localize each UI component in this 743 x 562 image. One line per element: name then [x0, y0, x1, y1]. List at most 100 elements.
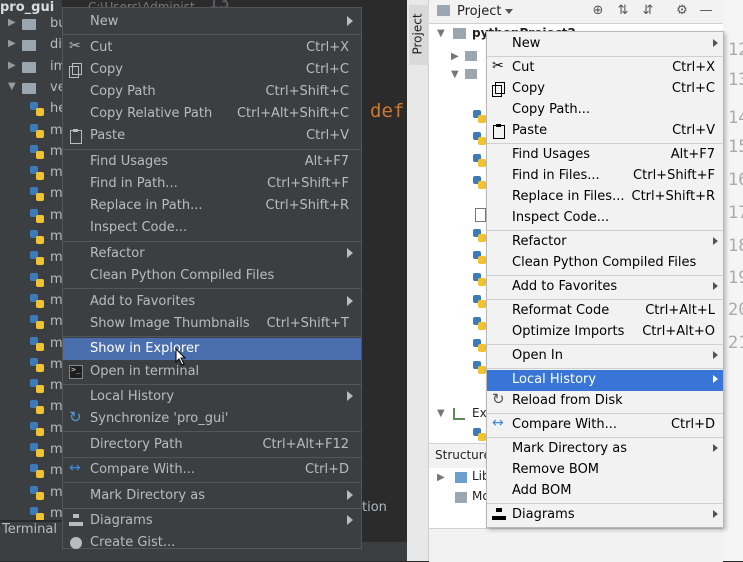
tree-item[interactable]: m	[0, 142, 62, 164]
menu-item-clean-python-compiled-files[interactable]: Clean Python Compiled Files	[487, 253, 723, 274]
menu-item-diagrams[interactable]: Diagrams	[63, 510, 361, 532]
chevron-right-icon[interactable]: ▶	[451, 51, 459, 62]
chevron-right-icon[interactable]: ▶	[437, 472, 445, 483]
menu-item-label: Refactor	[512, 233, 567, 249]
structure-tab[interactable]: Structure	[435, 448, 491, 462]
menu-item-find-in-files[interactable]: Find in Files... Ctrl+Shift+F	[487, 166, 723, 187]
project-tree[interactable]: pro_gui ▶bu▶di▶im▼vehemmmmmmmmmmmmmmmmmm…	[0, 0, 62, 520]
menu-item-open-in-terminal[interactable]: Open in terminal	[63, 361, 361, 383]
tree-item[interactable]: m	[0, 419, 62, 441]
tree-item[interactable]: ▶ di	[0, 35, 62, 57]
menu-item-create-gist[interactable]: Create Gist...	[63, 532, 361, 554]
menu-item-clean-python-compiled-files[interactable]: Clean Python Compiled Files	[63, 265, 361, 287]
menu-item-find-usages[interactable]: Find Usages Alt+F7	[487, 145, 723, 166]
menu-item-reformat-code[interactable]: Reformat Code Ctrl+Alt+L	[487, 301, 723, 322]
menu-item-mark-directory-as[interactable]: Mark Directory as	[63, 485, 361, 507]
tree-item[interactable]: ▶ im	[0, 57, 62, 79]
menu-item-compare-with[interactable]: Compare With... Ctrl+D	[487, 415, 723, 436]
menu-item-add-bom[interactable]: Add BOM	[487, 481, 723, 502]
tree-item[interactable]: m	[0, 504, 62, 520]
tree-item[interactable]: m	[0, 376, 62, 398]
menu-item-open-in[interactable]: Open In	[487, 346, 723, 367]
project-root-label[interactable]: pro_gui	[0, 0, 62, 15]
menu-item-paste[interactable]: Paste Ctrl+V	[63, 125, 361, 147]
tree-item[interactable]: m	[0, 334, 62, 356]
menu-item-inspect-code[interactable]: Inspect Code...	[487, 208, 723, 229]
menu-item-label: Find Usages	[90, 153, 169, 169]
hide-icon[interactable]: —	[699, 3, 713, 19]
menu-item-directory-path[interactable]: Directory Path Ctrl+Alt+F12	[63, 434, 361, 456]
chevron-down-icon[interactable]: ▼	[437, 28, 445, 39]
tree-item[interactable]: m	[0, 270, 62, 292]
menu-item-add-to-favorites[interactable]: Add to Favorites	[63, 291, 361, 313]
chevron-down-icon[interactable]: ▼	[8, 81, 16, 92]
tree-item[interactable]: ▶ bu	[0, 14, 62, 36]
menu-item-find-usages[interactable]: Find Usages Alt+F7	[63, 151, 361, 173]
menu-item-replace-in-files[interactable]: Replace in Files... Ctrl+Shift+R	[487, 187, 723, 208]
chevron-down-icon[interactable]: ▼	[437, 408, 445, 419]
menu-item-cut[interactable]: Cut Ctrl+X	[487, 58, 723, 79]
menu-item-copy-relative-path[interactable]: Copy Relative Path Ctrl+Alt+Shift+C	[63, 103, 361, 125]
menu-item-compare-with[interactable]: Compare With... Ctrl+D	[63, 459, 361, 481]
tree-item[interactable]: he	[0, 99, 62, 121]
menu-item-remove-bom[interactable]: Remove BOM	[487, 460, 723, 481]
tree-item[interactable]: m	[0, 312, 62, 334]
menu-item-cut[interactable]: Cut Ctrl+X	[63, 37, 361, 59]
menu-item-find-in-path[interactable]: Find in Path... Ctrl+Shift+F	[63, 173, 361, 195]
tree-item[interactable]: m	[0, 121, 62, 143]
menu-item-show-image-thumbnails[interactable]: Show Image Thumbnails Ctrl+Shift+T	[63, 313, 361, 335]
tree-item[interactable]: m	[0, 248, 62, 270]
tree-item[interactable]: m	[0, 206, 62, 228]
tree-item[interactable]: m	[0, 227, 62, 249]
menu-item-replace-in-path[interactable]: Replace in Path... Ctrl+Shift+R	[63, 195, 361, 217]
reload-icon	[492, 390, 506, 408]
menu-item-label: Synchronize 'pro_gui'	[90, 411, 229, 427]
light-project-tree[interactable]: ▼ ▶ ▼ ▼	[429, 24, 489, 464]
menu-item-new[interactable]: New	[487, 34, 723, 55]
menu-item-synchronize-pro-gui[interactable]: Synchronize 'pro_gui'	[63, 408, 361, 430]
tree-item[interactable]: ▼ ve	[0, 78, 62, 100]
menu-item-refactor[interactable]: Refactor	[63, 243, 361, 265]
menu-item-show-in-explorer[interactable]: Show in Explorer	[63, 338, 361, 361]
locate-icon[interactable]: ⊕	[591, 3, 605, 19]
tree-item[interactable]: m	[0, 163, 62, 185]
menu-item-reload-from-disk[interactable]: Reload from Disk	[487, 390, 723, 412]
project-panel-title[interactable]: Project	[457, 4, 501, 19]
gear-icon[interactable]: ⚙	[675, 3, 689, 19]
collapse-all-icon[interactable]: ⇵	[641, 3, 655, 19]
menu-item-new[interactable]: New	[63, 11, 361, 33]
tree-item-label: m	[50, 122, 62, 138]
menu-item-paste[interactable]: Paste Ctrl+V	[487, 121, 723, 142]
menu-item-optimize-imports[interactable]: Optimize Imports Ctrl+Alt+O	[487, 322, 723, 343]
tree-item[interactable]: m	[0, 355, 62, 377]
menu-item-add-to-favorites[interactable]: Add to Favorites	[487, 277, 723, 298]
tree-item[interactable]: m	[0, 440, 62, 462]
tree-item[interactable]: m	[0, 397, 62, 419]
chevron-right-icon[interactable]: ▶	[8, 60, 16, 71]
menu-item-copy-path[interactable]: Copy Path Ctrl+Shift+C	[63, 81, 361, 103]
tree-item[interactable]: m	[0, 184, 62, 206]
menu-item-shortcut: Ctrl+Shift+R	[265, 198, 350, 214]
menu-item-inspect-code[interactable]: Inspect Code...	[63, 217, 361, 239]
expand-all-icon[interactable]: ⇅	[616, 3, 630, 19]
chevron-down-icon[interactable]	[505, 9, 513, 14]
menu-item-mark-directory-as[interactable]: Mark Directory as	[487, 439, 723, 460]
python-file-icon	[30, 485, 44, 500]
tree-item[interactable]: m	[0, 461, 62, 483]
project-side-tab[interactable]: Project	[409, 5, 429, 65]
menu-item-refactor[interactable]: Refactor	[487, 232, 723, 253]
menu-item-copy[interactable]: Copy Ctrl+C	[487, 79, 723, 100]
chevron-right-icon[interactable]: ▶	[8, 38, 16, 49]
menu-item-local-history[interactable]: Local History	[63, 386, 361, 408]
menu-item-copy-path[interactable]: Copy Path...	[487, 100, 723, 121]
python-file-icon	[473, 317, 486, 330]
structure-panel-header[interactable]: Structure	[429, 443, 491, 468]
menu-item-diagrams[interactable]: Diagrams	[487, 505, 723, 526]
menu-item-copy[interactable]: Copy Ctrl+C	[63, 59, 361, 81]
tree-item[interactable]: m	[0, 291, 62, 313]
chevron-down-icon[interactable]: ▼	[451, 69, 459, 80]
terminal-tab[interactable]: Terminal	[0, 522, 64, 542]
tree-item[interactable]: m	[0, 483, 62, 505]
chevron-right-icon[interactable]: ▶	[8, 17, 16, 28]
menu-item-local-history[interactable]: Local History	[487, 369, 723, 391]
